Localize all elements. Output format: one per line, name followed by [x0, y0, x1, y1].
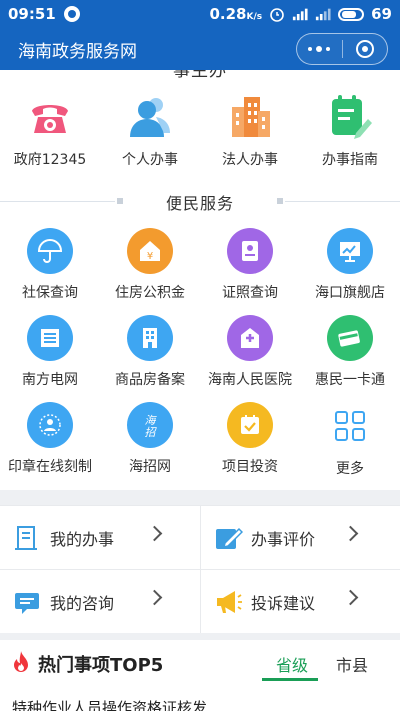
quick-cards: 我的办事 办事评价 我的咨询 投诉建议: [0, 505, 400, 634]
card-icon: [327, 315, 373, 361]
page-title: 海南政务服务网: [18, 41, 137, 62]
hot-items-section: 热门事项TOP5 省级 市县 特种作业人员操作资格证核发: [0, 640, 400, 711]
chevron-right-icon: [342, 525, 359, 542]
grid-item-housing-fund[interactable]: ¥ 住房公积金: [100, 228, 200, 302]
grid-item-project-invest[interactable]: 项目投资: [200, 402, 300, 478]
convenience-section-title: 便民服务: [0, 188, 400, 216]
apartment-icon: [127, 315, 173, 361]
chevron-right-icon: [342, 589, 359, 606]
grid-item-haikou-store[interactable]: 海口旗舰店: [300, 228, 400, 302]
battery-level: 69: [371, 5, 392, 23]
grid-item-legal[interactable]: 法人办事: [200, 93, 300, 169]
building-icon: [226, 93, 274, 141]
qq-icon: [63, 6, 80, 22]
grid-item-power-grid[interactable]: 南方电网: [0, 315, 100, 389]
grid-item-license-query[interactable]: 证照查询: [200, 228, 300, 302]
complaint-button[interactable]: 投诉建议: [200, 570, 400, 634]
chevron-right-icon: [146, 589, 163, 606]
hot-item[interactable]: 特种作业人员操作资格证核发: [12, 697, 207, 711]
section-divider: [0, 490, 400, 505]
alarm-icon: [270, 8, 284, 22]
certificate-icon: [227, 228, 273, 274]
grid-item-citizen-card[interactable]: 惠民一卡通: [300, 315, 400, 389]
megaphone-icon: [211, 585, 245, 619]
title-bar: 海南政务服务网: [0, 28, 400, 70]
umbrella-icon: [27, 228, 73, 274]
haizhao-logo-icon: 海招: [127, 402, 173, 448]
grid-item-personal[interactable]: 个人办事: [100, 93, 200, 169]
more-grid-icon: [326, 402, 374, 450]
my-consult-button[interactable]: 我的咨询: [0, 570, 200, 634]
fire-icon: [14, 651, 28, 672]
tab-city-county[interactable]: 市县: [336, 652, 368, 676]
grid-item-hospital[interactable]: 海南人民医院: [200, 315, 300, 389]
grid-item-gov12345[interactable]: 政府12345: [0, 93, 100, 169]
service-rating-button[interactable]: 办事评价: [200, 506, 400, 570]
chart-board-icon: [327, 228, 373, 274]
status-time: 09:51: [8, 5, 56, 23]
telephone-icon: [26, 93, 74, 141]
tab-provincial[interactable]: 省级: [276, 652, 308, 676]
close-ring-icon: [355, 40, 374, 58]
convenience-row-3: 印章在线刻制 海招 海招网 项目投资 更多: [0, 402, 400, 478]
status-bar: 09:51 0.28K/s 69: [0, 0, 400, 28]
wifi-icon: [316, 8, 331, 21]
hot-items-title: 热门事项TOP5: [38, 655, 164, 676]
convenience-row-2: 南方电网 商品房备案 海南人民医院 惠民一卡通: [0, 315, 400, 389]
convenience-row-1: 社保查询 ¥ 住房公积金 证照查询 海口旗舰店: [0, 228, 400, 302]
grid-item-guide[interactable]: 办事指南: [300, 93, 400, 169]
grid-item-haizhao[interactable]: 海招 海招网: [100, 402, 200, 478]
power-grid-icon: [27, 315, 73, 361]
chevron-right-icon: [146, 525, 163, 542]
grid-item-social-security[interactable]: 社保查询: [0, 228, 100, 302]
seal-icon: [27, 402, 73, 448]
battery-icon: [338, 7, 365, 21]
pencil-icon: [211, 521, 245, 555]
active-tab-indicator: [262, 678, 318, 681]
top-service-grid: 政府12345 个人办事 法人办事 办事指南: [0, 93, 400, 169]
house-fund-icon: ¥: [127, 228, 173, 274]
guide-icon: [326, 93, 374, 141]
grid-item-housing-record[interactable]: 商品房备案: [100, 315, 200, 389]
svg-text:¥: ¥: [147, 251, 153, 262]
calendar-check-icon: [227, 402, 273, 448]
more-menu-button[interactable]: [297, 34, 342, 64]
svg-text:招: 招: [145, 426, 158, 439]
grid-item-more[interactable]: 更多: [300, 402, 400, 478]
signal-icon: [293, 8, 308, 21]
person-icon: [126, 93, 174, 141]
consult-icon: [10, 585, 44, 619]
network-speed: 0.28K/s: [209, 5, 263, 23]
document-icon: [10, 521, 44, 555]
miniprogram-capsule: [296, 33, 388, 65]
hospital-icon: [227, 315, 273, 361]
close-miniprogram-button[interactable]: [343, 34, 388, 64]
grid-item-seal[interactable]: 印章在线刻制: [0, 402, 100, 478]
my-affairs-button[interactable]: 我的办事: [0, 506, 200, 570]
